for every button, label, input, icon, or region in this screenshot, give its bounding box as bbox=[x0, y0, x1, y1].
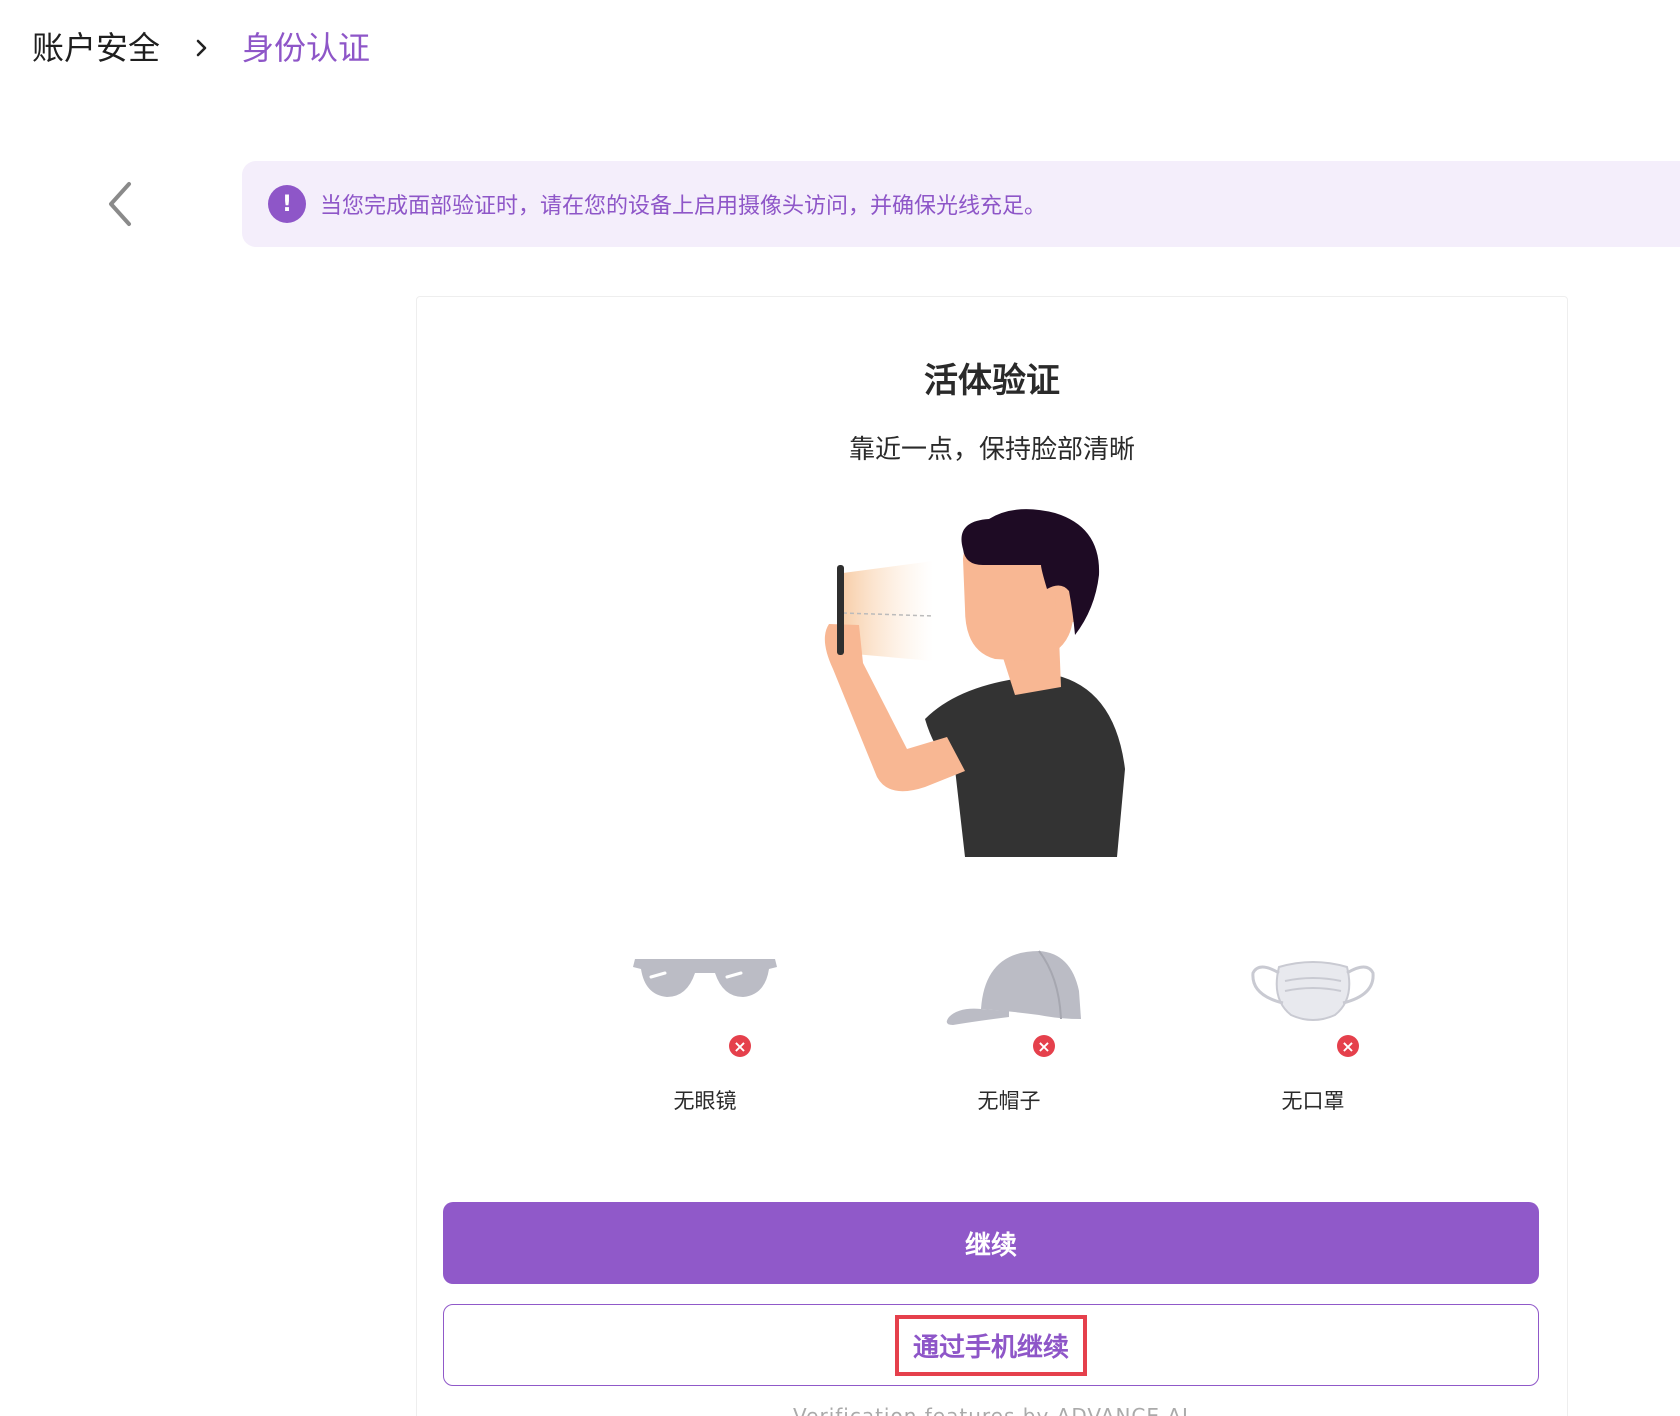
breadcrumb-parent[interactable]: 账户安全 bbox=[32, 24, 160, 72]
not-allowed-icon: × bbox=[1033, 1035, 1055, 1057]
breadcrumb: 账户安全 身份认证 bbox=[32, 24, 370, 72]
sunglasses-icon bbox=[633, 959, 777, 997]
notice-text: 当您完成面部验证时，请在您的设备上启用摄像头访问，并确保光线充足。 bbox=[320, 194, 1047, 219]
card-title: 活体验证 bbox=[924, 361, 1060, 401]
requirement-label-mask: 无口罩 bbox=[1281, 1089, 1345, 1113]
not-allowed-icon: × bbox=[1337, 1035, 1359, 1057]
requirement-label-hat: 无帽子 bbox=[977, 1089, 1041, 1113]
selfie-illustration bbox=[824, 509, 1125, 857]
requirement-no-glasses: × bbox=[615, 943, 795, 1057]
page: 账户安全 身份认证 ! 当您完成面部验证时，请在您的设备上启用摄像头访问，并确保… bbox=[0, 0, 1680, 1416]
mask-icon bbox=[1251, 961, 1375, 1021]
requirement-no-mask: × bbox=[1223, 943, 1403, 1057]
continue-with-phone-label: 通过手机继续 bbox=[894, 1314, 1087, 1376]
card-subtitle: 靠近一点，保持脸部清晰 bbox=[848, 435, 1135, 465]
chevron-left-icon bbox=[109, 182, 131, 226]
back-button[interactable] bbox=[100, 176, 140, 232]
exclamation-icon: ! bbox=[268, 185, 306, 223]
breadcrumb-current: 身份认证 bbox=[242, 29, 371, 67]
requirement-no-hat: × bbox=[919, 943, 1099, 1057]
continue-with-phone-button[interactable]: 通过手机继续 bbox=[443, 1304, 1539, 1386]
continue-button[interactable]: 继续 bbox=[443, 1202, 1539, 1284]
chevron-right-icon bbox=[190, 36, 214, 60]
requirement-label-glasses: 无眼镜 bbox=[673, 1089, 737, 1113]
powered-by-footer: Verification features by ADVANCE AI bbox=[793, 1404, 1189, 1416]
not-allowed-icon: × bbox=[729, 1035, 751, 1057]
notice-banner: ! 当您完成面部验证时，请在您的设备上启用摄像头访问，并确保光线充足。 bbox=[242, 161, 1680, 247]
cap-icon bbox=[946, 950, 1081, 1025]
